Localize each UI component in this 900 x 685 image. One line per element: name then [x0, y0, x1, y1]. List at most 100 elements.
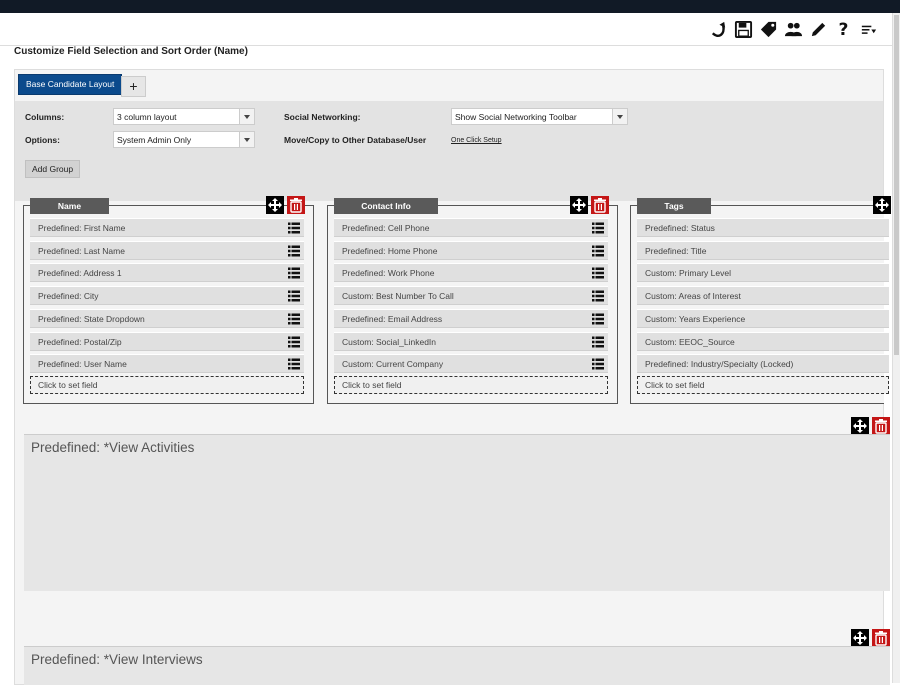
- field-row[interactable]: Predefined: Work Phone: [334, 263, 608, 283]
- field-row[interactable]: Predefined: Address 1: [30, 263, 304, 283]
- tag-icon[interactable]: [759, 18, 778, 40]
- field-label: Predefined: Title: [645, 245, 707, 256]
- activities-panel-title: Predefined: *View Activities: [31, 440, 195, 455]
- list-icon[interactable]: [288, 313, 300, 325]
- group-header[interactable]: Tags: [637, 198, 711, 214]
- move-icon[interactable]: [873, 196, 891, 214]
- set-field-placeholder[interactable]: Click to set field: [30, 376, 304, 394]
- list-icon[interactable]: [592, 222, 604, 234]
- field-label: Predefined: User Name: [38, 359, 127, 370]
- top-bar: [0, 0, 900, 13]
- field-label: Custom: EEOC_Source: [645, 336, 735, 347]
- options-select[interactable]: System Admin Only: [113, 131, 255, 148]
- field-row[interactable]: Predefined: Status: [637, 218, 889, 237]
- activities-panel[interactable]: Predefined: *View Activities: [24, 434, 890, 591]
- field-label: Custom: Areas of Interest: [645, 291, 741, 302]
- list-icon[interactable]: [288, 336, 300, 348]
- field-row[interactable]: Custom: Social_LinkedIn: [334, 331, 608, 351]
- field-row[interactable]: Predefined: City: [30, 286, 304, 306]
- list-icon[interactable]: [288, 245, 300, 257]
- move-copy-label: Move/Copy to Other Database/User: [284, 135, 427, 145]
- field-row[interactable]: Predefined: Title: [637, 240, 889, 260]
- list-icon[interactable]: [592, 290, 604, 302]
- field-label: Predefined: Work Phone: [342, 268, 435, 279]
- list-icon[interactable]: [288, 358, 300, 370]
- field-row[interactable]: Predefined: User Name: [30, 354, 304, 374]
- field-row[interactable]: Predefined: Industry/Specialty (Locked): [637, 354, 889, 374]
- field-row[interactable]: Predefined: Home Phone: [334, 240, 608, 260]
- field-row[interactable]: Predefined: Last Name: [30, 240, 304, 260]
- field-row[interactable]: Custom: Best Number To Call: [334, 286, 608, 306]
- users-icon[interactable]: [784, 18, 803, 40]
- field-label: Predefined: Postal/Zip: [38, 336, 122, 347]
- list-icon[interactable]: [288, 267, 300, 279]
- one-click-setup-link[interactable]: One Click Setup: [451, 137, 502, 144]
- field-row[interactable]: Custom: Years Experience: [637, 308, 889, 328]
- field-label: Custom: Current Company: [342, 359, 444, 370]
- field-label: Predefined: Home Phone: [342, 245, 438, 256]
- field-row[interactable]: Predefined: State Dropdown: [30, 308, 304, 328]
- list-icon[interactable]: [592, 336, 604, 348]
- move-icon[interactable]: [266, 196, 284, 214]
- field-row[interactable]: Predefined: Postal/Zip: [30, 331, 304, 351]
- settings-panel: Columns: 3 column layout Options: System…: [15, 101, 883, 201]
- layout-frame: Base Candidate Layout + Columns: 3 colum…: [14, 69, 891, 685]
- add-tab-button[interactable]: +: [121, 76, 146, 97]
- trash-icon[interactable]: [872, 629, 890, 647]
- move-icon[interactable]: [851, 417, 869, 435]
- interviews-panel[interactable]: Predefined: *View Interviews: [24, 646, 890, 685]
- field-label: Predefined: Email Address: [342, 313, 443, 324]
- group-header[interactable]: Contact Info: [334, 198, 438, 214]
- trash-icon[interactable]: [872, 417, 890, 435]
- options-select-value: System Admin Only: [117, 135, 192, 145]
- columns-select-value: 3 column layout: [117, 112, 177, 122]
- columns-select[interactable]: 3 column layout: [113, 108, 255, 125]
- sort-icon[interactable]: [859, 18, 878, 40]
- group-header[interactable]: Name: [30, 198, 109, 214]
- field-label: Predefined: City: [38, 291, 99, 302]
- field-row[interactable]: Custom: Primary Level: [637, 263, 889, 283]
- trash-icon[interactable]: [287, 196, 305, 214]
- list-icon[interactable]: [592, 245, 604, 257]
- field-row[interactable]: Predefined: Cell Phone: [334, 218, 608, 237]
- page-title: Customize Field Selection and Sort Order…: [14, 46, 248, 57]
- tab-base-candidate-layout[interactable]: Base Candidate Layout: [18, 74, 123, 95]
- group-tags: Tags Predefined: Status Predefined: Title…: [630, 196, 891, 404]
- add-group-button[interactable]: Add Group: [25, 160, 81, 178]
- list-icon[interactable]: [592, 267, 604, 279]
- scrollbar[interactable]: [892, 13, 900, 683]
- move-icon[interactable]: [851, 629, 869, 647]
- edit-icon[interactable]: [809, 18, 828, 40]
- group-contact-info: Contact Info Predefined: Cell Phone Prede…: [327, 196, 618, 404]
- scrollbar-thumb[interactable]: [894, 15, 899, 355]
- social-networking-select[interactable]: Show Social Networking Toolbar: [451, 108, 628, 125]
- field-row[interactable]: Predefined: Email Address: [334, 308, 608, 328]
- field-label: Predefined: State Dropdown: [38, 313, 145, 324]
- field-label: Predefined: Industry/Specialty (Locked): [645, 359, 794, 370]
- toolbar: ?: [709, 18, 878, 40]
- list-icon[interactable]: [592, 313, 604, 325]
- social-networking-value: Show Social Networking Toolbar: [455, 112, 577, 122]
- set-field-placeholder[interactable]: Click to set field: [637, 376, 889, 394]
- field-label: Custom: Years Experience: [645, 313, 746, 324]
- list-icon[interactable]: [592, 358, 604, 370]
- field-row[interactable]: Custom: Current Company: [334, 354, 608, 374]
- set-field-placeholder[interactable]: Click to set field: [334, 376, 608, 394]
- field-row[interactable]: Custom: EEOC_Source: [637, 331, 889, 351]
- move-icon[interactable]: [570, 196, 588, 214]
- social-networking-label: Social Networking:: [284, 112, 361, 122]
- field-row[interactable]: Custom: Areas of Interest: [637, 286, 889, 306]
- field-label: Custom: Social_LinkedIn: [342, 336, 437, 347]
- list-icon[interactable]: [288, 290, 300, 302]
- help-icon[interactable]: ?: [834, 18, 853, 40]
- trash-icon[interactable]: [591, 196, 609, 214]
- return-icon[interactable]: [709, 18, 728, 40]
- chevron-down-icon: [612, 109, 627, 124]
- chevron-down-icon: [239, 109, 254, 124]
- interviews-panel-title: Predefined: *View Interviews: [31, 652, 203, 667]
- field-row[interactable]: Predefined: First Name: [30, 218, 304, 237]
- save-icon[interactable]: [734, 18, 753, 40]
- svg-text:?: ?: [839, 20, 849, 39]
- list-icon[interactable]: [288, 222, 300, 234]
- options-label: Options:: [25, 135, 60, 145]
